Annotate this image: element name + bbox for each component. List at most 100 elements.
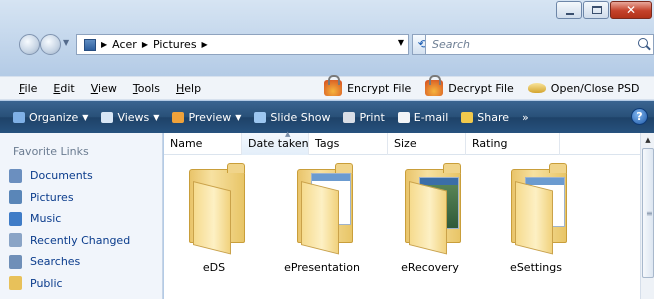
- email-label: E-mail: [413, 110, 449, 124]
- menu-tools-label: ools: [137, 81, 160, 95]
- slide-show-button[interactable]: Slide Show: [249, 111, 335, 124]
- menu-view[interactable]: View: [86, 82, 122, 95]
- psd-icon: [527, 83, 546, 93]
- organize-button[interactable]: Organize ▼: [8, 111, 93, 124]
- decrypt-file-label: Decrypt File: [448, 81, 514, 95]
- address-dropdown-icon[interactable]: ▼: [398, 38, 404, 47]
- toolbar-overflow-button[interactable]: »: [517, 111, 534, 124]
- close-button[interactable]: ✕: [610, 1, 652, 19]
- preview-label: Preview: [188, 110, 232, 124]
- minimize-icon: [566, 13, 574, 15]
- forward-button[interactable]: [40, 34, 61, 55]
- encrypt-file-label: Encrypt File: [347, 81, 412, 95]
- encrypt-file-button[interactable]: Encrypt File: [324, 75, 412, 96]
- views-icon: [101, 111, 114, 123]
- open-close-psd-label: Open/Close PSD: [550, 81, 640, 95]
- sidebar-item-music[interactable]: Music: [9, 208, 130, 230]
- lock-icon: [324, 75, 343, 96]
- column-headers: Name Date taken Tags Size Rating: [164, 133, 640, 155]
- preview-button[interactable]: Preview ▼: [167, 111, 246, 124]
- email-button[interactable]: E-mail: [393, 111, 454, 124]
- print-button[interactable]: Print: [338, 111, 389, 124]
- folder-icon: [405, 163, 465, 255]
- menu-help-label: elp: [184, 81, 202, 95]
- sidebar-item-label: Searches: [30, 255, 81, 269]
- column-header-date-taken[interactable]: Date taken: [242, 133, 309, 155]
- help-button[interactable]: ?: [631, 108, 648, 125]
- address-bar[interactable]: ▶ Acer ▶ Pictures ▶ ▼: [76, 34, 409, 55]
- scroll-thumb[interactable]: ≡: [642, 148, 654, 278]
- breadcrumb-acer[interactable]: Acer: [112, 38, 137, 51]
- chevron-down-icon: ▼: [153, 112, 160, 122]
- searches-icon: [9, 254, 22, 269]
- favorite-links-heading: Favorite Links: [13, 145, 89, 158]
- menu-file-label: ile: [24, 81, 38, 95]
- sidebar-item-pictures[interactable]: Pictures: [9, 187, 130, 209]
- column-header-label: Date taken: [248, 137, 309, 150]
- explorer-window: ✕ ▼ ▶ Acer ▶ Pictures ▶ ▼ ⟲ Search File …: [0, 0, 654, 299]
- share-label: Share: [477, 110, 510, 124]
- menu-edit[interactable]: Edit: [48, 82, 79, 95]
- favorite-links-list: Documents Pictures Music Recently Change…: [9, 165, 130, 294]
- views-button[interactable]: Views ▼: [96, 111, 164, 124]
- decrypt-file-button[interactable]: Decrypt File: [425, 75, 514, 96]
- chevron-down-icon: ▼: [235, 112, 242, 122]
- maximize-button[interactable]: [583, 1, 609, 19]
- slide-show-label: Slide Show: [270, 110, 331, 124]
- sidebar-item-label: Recently Changed: [30, 233, 131, 247]
- chevron-down-icon: ▼: [82, 112, 89, 122]
- documents-icon: [9, 168, 22, 183]
- print-label: Print: [359, 110, 385, 124]
- sidebar-item-public[interactable]: Public: [9, 273, 130, 295]
- folder-name: ePresentation: [284, 261, 360, 274]
- pictures-icon: [9, 190, 22, 205]
- folder-name: eRecovery: [401, 261, 459, 274]
- folder-icon: [297, 163, 357, 255]
- caption-buttons: ✕: [555, 1, 652, 19]
- share-button[interactable]: Share: [456, 111, 514, 124]
- search-icon[interactable]: [638, 38, 648, 48]
- command-toolbar: Organize ▼ Views ▼ Preview ▼ Slide Show Pri…: [0, 101, 654, 133]
- breadcrumb-pictures[interactable]: Pictures: [153, 38, 197, 51]
- recent-pages-dropdown[interactable]: ▼: [63, 38, 69, 47]
- file-list-pane: Name Date taken Tags Size Rating ▲ eDS e…: [164, 130, 640, 299]
- column-header-size[interactable]: Size: [388, 133, 466, 155]
- sidebar-item-label: Music: [30, 212, 62, 226]
- sidebar-item-searches[interactable]: Searches: [9, 251, 130, 273]
- email-icon: [397, 111, 410, 123]
- menu-bar: File Edit View Tools Help Encrypt File D…: [0, 75, 654, 100]
- sidebar-item-recently-changed[interactable]: Recently Changed: [9, 230, 130, 252]
- recently-changed-icon: [9, 233, 22, 248]
- share-icon: [461, 111, 474, 123]
- minimize-button[interactable]: [556, 1, 582, 19]
- maximize-icon: [592, 6, 602, 14]
- search-input[interactable]: Search: [432, 38, 470, 51]
- menu-accelerator: V: [90, 81, 99, 95]
- back-button[interactable]: [19, 34, 40, 55]
- breadcrumb-separator-icon[interactable]: ▶: [101, 40, 107, 49]
- organize-label: Organize: [29, 110, 79, 124]
- menu-tools[interactable]: Tools: [128, 82, 165, 95]
- help-icon: ?: [636, 110, 643, 123]
- music-icon: [9, 211, 22, 226]
- column-header-name[interactable]: Name: [164, 133, 242, 155]
- menu-accelerator: H: [175, 81, 185, 95]
- menu-help[interactable]: Help: [171, 82, 206, 95]
- vertical-scrollbar[interactable]: ▲ ≡: [640, 133, 654, 299]
- menu-file[interactable]: File: [14, 82, 42, 95]
- sidebar-item-documents[interactable]: Documents: [9, 165, 130, 187]
- open-close-psd-button[interactable]: Open/Close PSD: [527, 81, 640, 95]
- search-box[interactable]: Search: [425, 34, 654, 55]
- lock-open-icon: [425, 75, 444, 96]
- breadcrumb-separator-icon[interactable]: ▶: [202, 40, 208, 49]
- overflow-chevron-icon: »: [522, 110, 529, 124]
- folder-name: eSettings: [510, 261, 562, 274]
- folder-location-icon: [84, 38, 96, 51]
- organize-icon: [13, 111, 25, 123]
- folder-icon: [189, 163, 249, 255]
- navigation-bar: ▼ ▶ Acer ▶ Pictures ▶ ▼ ⟲ Search: [0, 32, 654, 58]
- column-header-rating[interactable]: Rating: [466, 133, 560, 155]
- scroll-up-icon[interactable]: ▲: [641, 133, 654, 147]
- column-header-tags[interactable]: Tags: [309, 133, 388, 155]
- breadcrumb-separator-icon[interactable]: ▶: [142, 40, 148, 49]
